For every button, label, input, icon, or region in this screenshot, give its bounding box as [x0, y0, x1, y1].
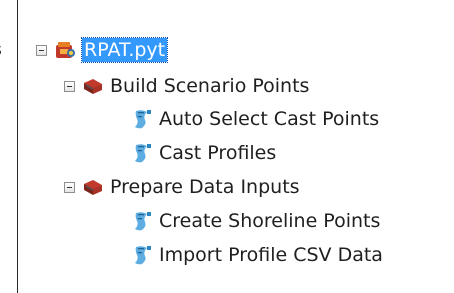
tree-node-tool-create-shoreline-points[interactable]: Create Shoreline Points [130, 206, 380, 236]
tree-node-label[interactable]: Prepare Data Inputs [110, 175, 300, 199]
script-tool-icon [130, 108, 154, 130]
collapse-icon[interactable] [64, 181, 75, 193]
tree-node-root[interactable]: RPAT.pyt [36, 35, 169, 65]
toolset-icon [81, 75, 105, 97]
tree-node-toolset-build-scenario-points[interactable]: Build Scenario Points [64, 71, 309, 101]
toolbox-tree-panel: RPAT.pyt Build Scenario Points Auto Sele… [17, 0, 454, 293]
toolset-icon [81, 176, 105, 198]
tree-node-label[interactable]: Build Scenario Points [110, 74, 309, 98]
collapse-icon[interactable] [64, 80, 75, 92]
clipped-left-text: s [0, 40, 2, 60]
tree-node-tool-auto-select-cast-points[interactable]: Auto Select Cast Points [130, 104, 379, 134]
tree-node-label[interactable]: Auto Select Cast Points [159, 107, 379, 131]
tree-node-root-label[interactable]: RPAT.pyt [80, 37, 169, 63]
script-tool-icon [130, 142, 154, 164]
tree-node-toolset-prepare-data-inputs[interactable]: Prepare Data Inputs [64, 172, 300, 202]
tree-node-label[interactable]: Create Shoreline Points [159, 209, 380, 233]
script-tool-icon [130, 210, 154, 232]
tree-node-tool-import-profile-csv-data[interactable]: Import Profile CSV Data [130, 240, 383, 270]
script-tool-icon [130, 244, 154, 266]
collapse-icon[interactable] [36, 44, 47, 56]
tree-node-label[interactable]: Cast Profiles [159, 141, 276, 165]
python-toolbox-icon [53, 39, 77, 61]
tree-node-label[interactable]: Import Profile CSV Data [159, 243, 383, 267]
tree-node-tool-cast-profiles[interactable]: Cast Profiles [130, 138, 276, 168]
